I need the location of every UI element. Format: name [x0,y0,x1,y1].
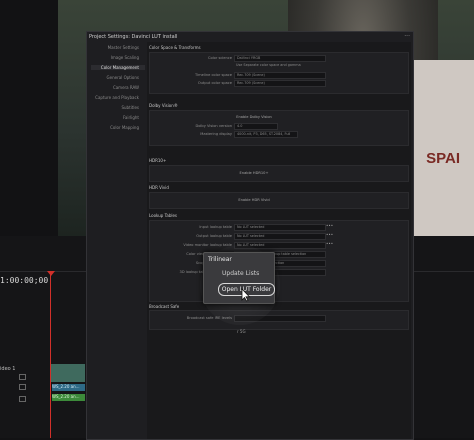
playhead[interactable] [50,271,51,438]
sidebar-item-subtitles[interactable]: Subtitles [85,105,139,110]
timeline-color-space-label: Timeline color space [195,73,232,77]
menu-item-update-lists[interactable]: Update Lists [222,270,259,277]
input-lut-dropdown[interactable]: No LUT selected [234,224,326,231]
section-title-dolby: Dolby Vision® [149,103,178,108]
enable-dolby-checkbox[interactable]: Enable Dolby Vision [234,114,274,120]
timeline-color-space-dropdown[interactable]: Rec.709 (Scene) [234,72,326,79]
section-title-broadcast-safe: Broadcast Safe [149,304,180,309]
output-lut-label: Output lookup table [196,234,232,238]
input-lut-more-icon[interactable]: ••• [326,223,333,228]
broadcast-safe-panel: Broadcast safe IRE levels [149,310,409,330]
enable-hdr10-checkbox[interactable]: Enable HDR10+ [234,170,274,176]
video-monitor-lut-more-icon[interactable]: ••• [326,241,333,246]
settings-content: Color Space & Transforms Color science D… [147,42,411,439]
playhead-handle[interactable] [47,271,55,276]
sidebar-item-camera-raw[interactable]: Camera RAW [85,85,139,90]
video-sign-text: SPAI [426,150,460,167]
audio-clip[interactable]: WS_2.20 an... [52,394,85,401]
mouse-pointer-icon [241,288,251,302]
sidebar-item-color-mapping[interactable]: Color Mapping [85,125,139,130]
mastering-display-label: Mastering display [200,132,232,136]
hdr-vivid-panel: Enable HDR Vivid [149,192,409,209]
section-title-hdr10: HDR10+ [149,158,167,163]
hdr10-panel: Enable HDR10+ [149,165,409,182]
dolby-version-label: Dolby Vision version [195,124,232,128]
settings-sidebar: Master Settings Image Scaling Color Mana… [87,42,145,439]
sidebar-item-capture-playback[interactable]: Capture and Playback [85,95,139,100]
video-monitor-lut-label: Video monitor lookup table [183,243,232,247]
video-clip[interactable]: WS_2.20 an... [52,384,85,391]
section-title-lookup-tables: Lookup Tables [149,213,178,218]
menu-item-trilinear[interactable]: Trilinear [208,256,232,263]
lut-context-menu: Trilinear Update Lists Open LUT Folder [203,252,275,304]
audio-track-button[interactable] [19,396,26,402]
output-color-space-dropdown[interactable]: Rec.709 (Scene) [234,80,326,87]
section-title-color-space: Color Space & Transforms [149,45,201,50]
enable-hdr-vivid-checkbox[interactable]: Enable HDR Vivid [234,197,274,203]
sidebar-item-fairlight[interactable]: Fairlight [85,115,139,120]
input-lut-label: Input lookup table [199,225,232,229]
sidebar-item-image-scaling[interactable]: Image Scaling [85,55,139,60]
dialog-title: Project Settings: Davinci LUT install [89,34,178,40]
color-science-label: Color science [207,56,232,60]
track-label: ideo 1 [0,366,16,372]
sidebar-item-master-settings[interactable]: Master Settings [85,45,139,50]
output-lut-dropdown[interactable]: No LUT selected [234,233,326,240]
color-space-panel: Color science DaVinci YRGB Use Separate … [149,52,409,94]
video-clip-thumbnail[interactable] [51,364,85,382]
color-science-dropdown[interactable]: DaVinci YRGB [234,55,326,62]
sidebar-item-color-management[interactable]: Color Management [91,65,145,70]
timecode-display: 1:00:00;00 [0,276,49,285]
dolby-panel: Enable Dolby Vision Dolby Vision version… [149,110,409,146]
track-auto-select-button[interactable] [19,384,26,390]
project-settings-dialog: Project Settings: Davinci LUT install ··… [86,31,414,440]
output-lut-more-icon[interactable]: ••• [326,232,333,237]
sidebar-item-general-options[interactable]: General Options [85,75,139,80]
separate-color-gamma-checkbox[interactable]: Use Separate color space and gamma [234,63,324,68]
section-title-hdr-vivid: HDR Vivid [149,185,169,190]
dialog-options-icon[interactable]: ··· [404,33,410,40]
dolby-version-dropdown[interactable]: 4.0 [234,123,278,130]
broadcast-footer-text: r 5G [237,329,246,334]
mastering-display-dropdown[interactable]: 4000-nit, P3, D65, ST.2084, Full [234,131,298,138]
output-color-space-label: Output color space [197,81,232,85]
track-lock-button[interactable] [19,374,26,380]
